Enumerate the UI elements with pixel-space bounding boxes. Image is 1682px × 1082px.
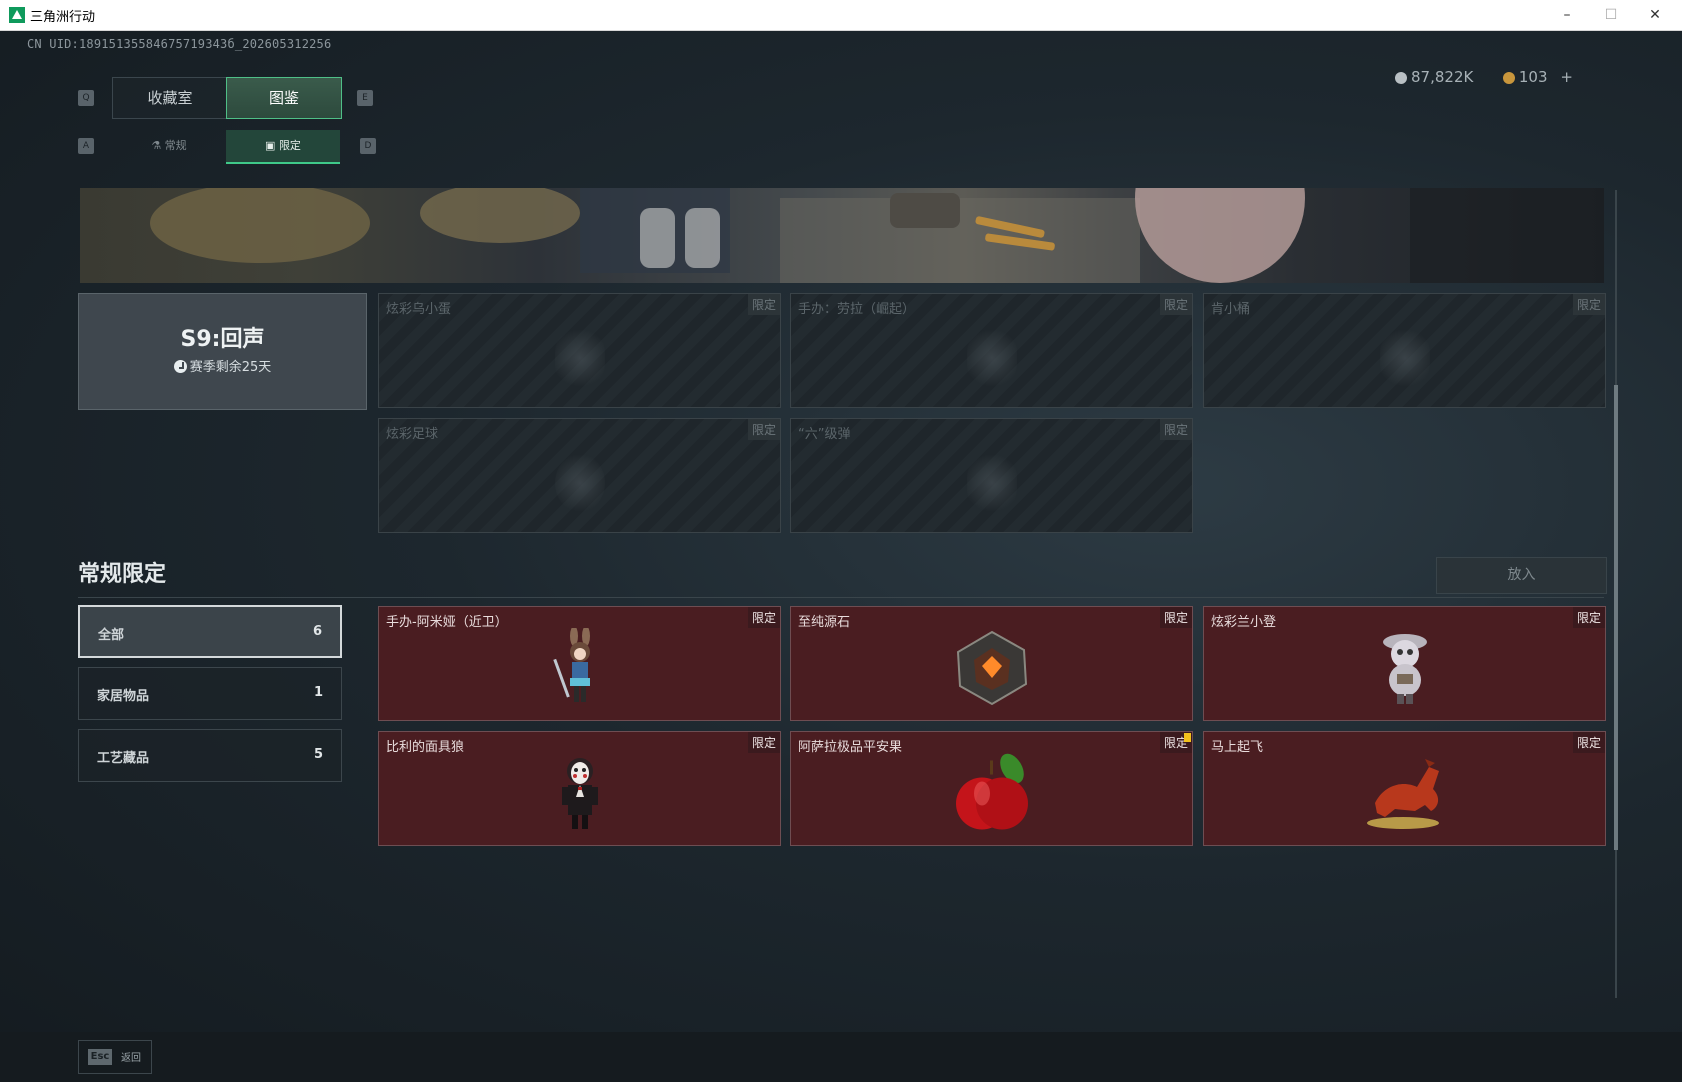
crystal-icon xyxy=(956,630,1027,705)
section-title: 常规限定 xyxy=(78,562,167,587)
item-card[interactable]: 马上起飞 限定 xyxy=(1203,731,1606,846)
season-remaining-label: 赛季剩余25天 xyxy=(189,360,272,375)
locked-silhouette-icon xyxy=(1379,329,1430,388)
category-label: 工艺藏品 xyxy=(97,751,150,766)
season-remaining: 赛季剩余25天 xyxy=(79,356,366,375)
category-home-items[interactable]: 家居物品 1 xyxy=(78,667,342,720)
flask-icon: ⚗ xyxy=(151,139,165,152)
close-button[interactable]: ✕ xyxy=(1633,4,1677,26)
uid-text: CN UID:18915135584675719343б_20260531225… xyxy=(27,37,332,51)
item-card[interactable]: 手办-阿米娅（近卫） 限定 xyxy=(378,606,781,721)
new-marker-icon xyxy=(1184,733,1191,742)
item-name: 至纯源石 xyxy=(798,615,851,630)
item-name: 阿萨拉极品平安果 xyxy=(798,740,903,755)
item-name: 手办-阿米娅（近卫） xyxy=(386,615,508,630)
puppet-billy-icon xyxy=(561,757,598,829)
app-logo-icon xyxy=(9,7,25,23)
window-title: 三角洲行动 xyxy=(30,10,96,25)
season-banner-image xyxy=(80,188,1604,283)
item-name: 手办：劳拉（崛起） xyxy=(798,302,916,317)
limited-tag: 限定 xyxy=(1572,732,1605,753)
item-name: 肯小桶 xyxy=(1211,302,1251,317)
subtab-normal-label: 常规 xyxy=(164,139,187,152)
gold-amount: 103 xyxy=(1518,68,1548,86)
category-all[interactable]: 全部 6 xyxy=(78,605,342,658)
clock-icon xyxy=(173,360,187,373)
category-count: 5 xyxy=(313,747,323,762)
key-hint-d: D xyxy=(360,138,376,154)
item-name: 炫彩足球 xyxy=(386,427,439,442)
figurine-amiya-icon xyxy=(552,627,590,702)
category-count: 1 xyxy=(313,685,323,700)
back-button[interactable]: Esc 返回 xyxy=(78,1040,152,1074)
put-in-button[interactable]: 放入 xyxy=(1436,557,1607,594)
locked-item-card[interactable]: 肯小桶 限定 xyxy=(1203,293,1606,408)
item-name: 马上起飞 xyxy=(1211,740,1264,755)
tab-collection[interactable]: 收藏室 xyxy=(112,77,228,119)
category-label: 全部 xyxy=(98,628,125,643)
category-count: 6 xyxy=(312,624,322,639)
maximize-button[interactable]: ☐ xyxy=(1589,4,1633,26)
locked-item-card[interactable]: 炫彩足球 限定 xyxy=(378,418,781,533)
locked-item-card[interactable]: 手办：劳拉（崛起） 限定 xyxy=(790,293,1193,408)
item-name: 炫彩乌小蛋 xyxy=(386,302,452,317)
item-card[interactable]: 比利的面具狼 限定 xyxy=(378,731,781,846)
apple-icon xyxy=(955,753,1028,829)
window-titlebar: 三角洲行动 – ☐ ✕ xyxy=(0,0,1682,31)
subtab-normal[interactable]: ⚗ 常规 xyxy=(112,130,226,162)
horse-statue-icon xyxy=(1366,758,1439,829)
limited-tag: 限定 xyxy=(747,294,780,315)
minimize-button[interactable]: – xyxy=(1545,4,1589,26)
limited-tag: 限定 xyxy=(1572,607,1605,628)
locked-item-card[interactable]: “六”级弹 限定 xyxy=(790,418,1193,533)
plush-figure-icon xyxy=(1382,633,1427,704)
subtab-limited[interactable]: ▣ 限定 xyxy=(226,130,340,164)
limited-tag: 限定 xyxy=(1159,419,1192,440)
scrollbar-thumb[interactable] xyxy=(1614,385,1618,850)
key-hint-a: A xyxy=(78,138,94,154)
locked-item-card[interactable]: 炫彩乌小蛋 限定 xyxy=(378,293,781,408)
add-currency-button[interactable]: + xyxy=(1560,68,1573,86)
limited-tag: 限定 xyxy=(747,419,780,440)
locked-silhouette-icon xyxy=(554,329,605,388)
gold-coin-icon xyxy=(1502,71,1515,84)
limited-tag: 限定 xyxy=(747,732,780,753)
key-hint-q: Q xyxy=(78,90,94,106)
silver-amount: 87,822K xyxy=(1411,68,1474,86)
season-card: S9:回声 赛季剩余25天 xyxy=(78,293,367,410)
footer-bar xyxy=(0,1032,1682,1082)
item-name: 炫彩兰小登 xyxy=(1211,615,1277,630)
tab-catalog[interactable]: 图鉴 xyxy=(226,77,342,119)
item-card[interactable]: 阿萨拉极品平安果 限定 xyxy=(790,731,1193,846)
item-card[interactable]: 至纯源石 限定 xyxy=(790,606,1193,721)
key-hint-e: E xyxy=(357,90,373,106)
category-crafts[interactable]: 工艺藏品 5 xyxy=(78,729,342,782)
locked-silhouette-icon xyxy=(966,329,1017,388)
banner-art xyxy=(150,188,1604,283)
item-card[interactable]: 炫彩兰小登 限定 xyxy=(1203,606,1606,721)
limited-tag: 限定 xyxy=(1159,607,1192,628)
subtab-limited-label: 限定 xyxy=(278,139,301,152)
limited-tag: 限定 xyxy=(1159,294,1192,315)
back-label: 返回 xyxy=(121,1053,141,1064)
locked-silhouette-icon xyxy=(554,454,605,513)
silver-coin-icon xyxy=(1395,71,1407,84)
section-divider xyxy=(78,597,1604,598)
season-title: S9:回声 xyxy=(180,327,265,352)
category-label: 家居物品 xyxy=(97,689,150,704)
limited-tag: 限定 xyxy=(747,607,780,628)
currency-bar: 87,822K 103 + xyxy=(1395,68,1573,90)
item-name: “六”级弹 xyxy=(798,427,851,442)
item-name: 比利的面具狼 xyxy=(386,740,465,755)
image-icon: ▣ xyxy=(265,139,279,152)
limited-tag: 限定 xyxy=(1572,294,1605,315)
locked-silhouette-icon xyxy=(966,454,1017,513)
esc-key-hint: Esc xyxy=(88,1049,112,1065)
